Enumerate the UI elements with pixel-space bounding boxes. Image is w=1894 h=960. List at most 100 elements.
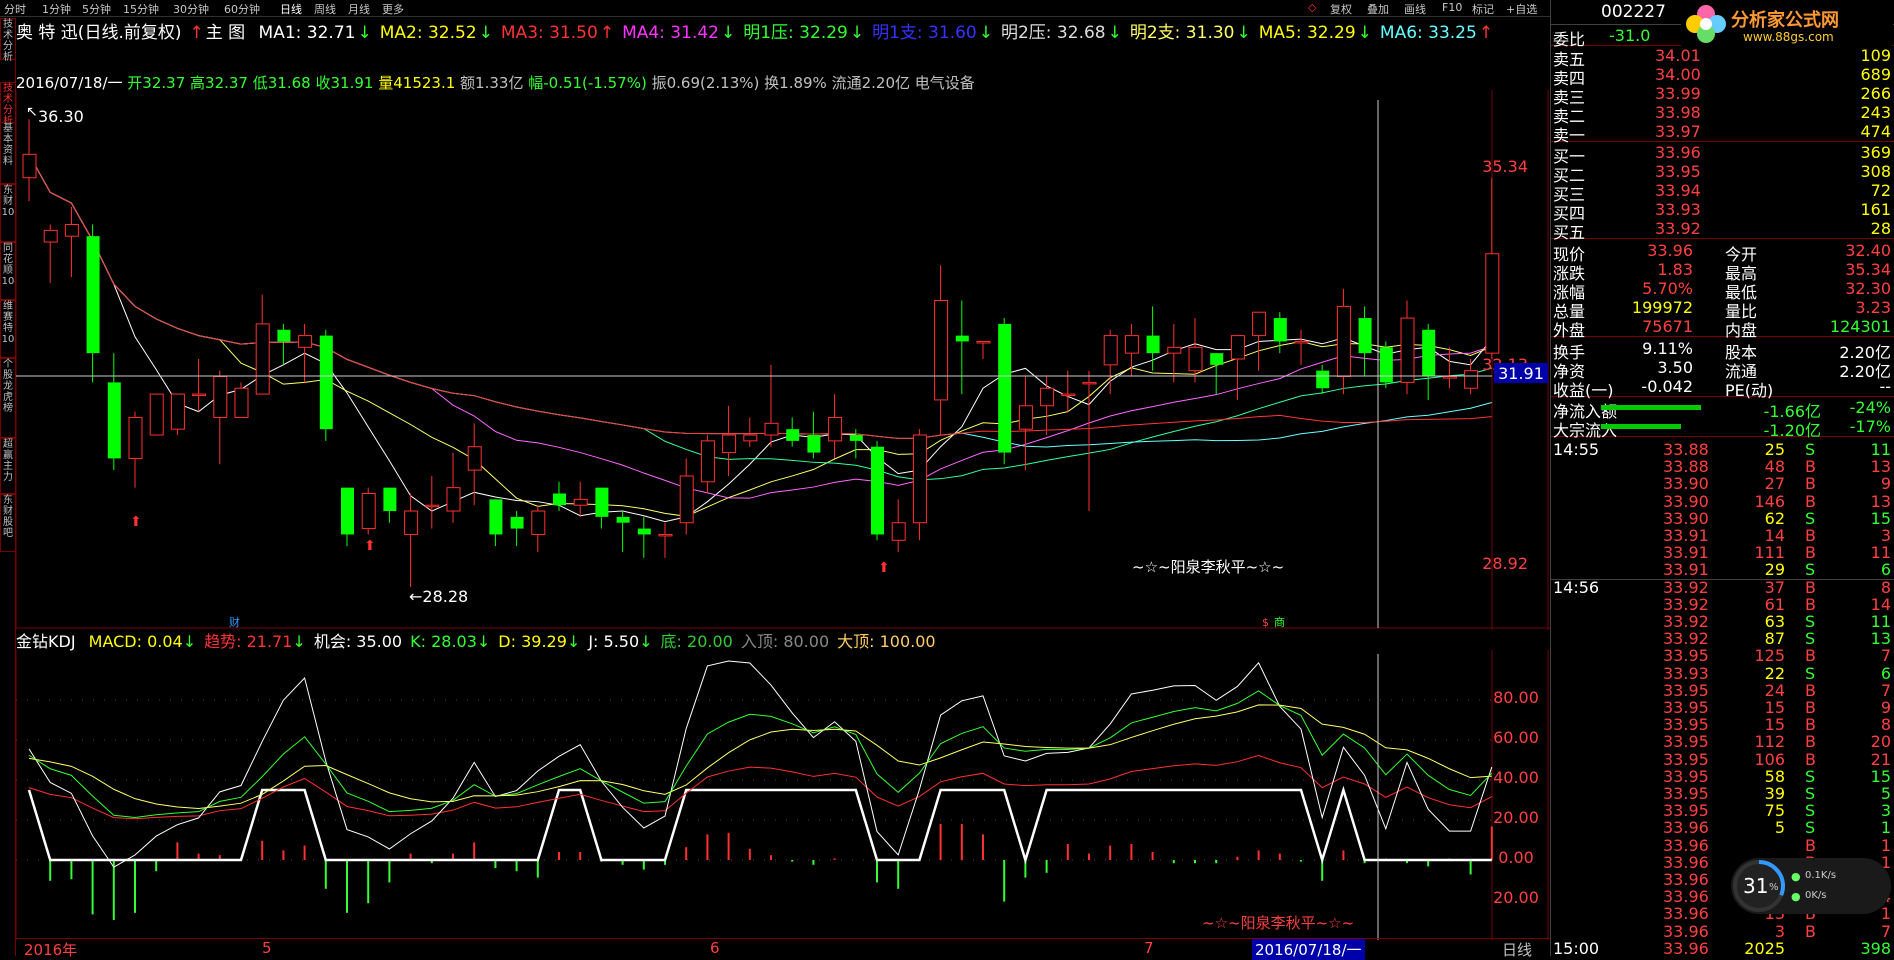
candle-body — [383, 487, 397, 512]
bid-price: 33.94 — [1655, 181, 1701, 200]
ma-arrow-icon: ↑ — [599, 23, 615, 43]
tick-count: 3 — [1880, 801, 1891, 821]
money-marker: $ — [1262, 616, 1269, 629]
collapse-icon[interactable]: ◇ — [1308, 1, 1316, 14]
period-month[interactable]: 月线 — [348, 1, 370, 17]
tick-price: 33.92 — [1663, 594, 1709, 614]
chart-label: 主 图 — [205, 23, 246, 43]
flow-row: 大宗流入 -1.20亿 -17% — [1551, 417, 1894, 440]
sub-watermark: ~☆~阳泉李秋平~☆~ — [1202, 914, 1354, 932]
period-more[interactable]: 更多 — [382, 1, 404, 17]
tick-time: 14:56 — [1553, 577, 1600, 597]
tick-row: 33.95 15 B 9 — [1551, 698, 1894, 717]
draw-line-button[interactable]: 画线 — [1404, 1, 1426, 17]
x-period-label[interactable]: 日线 — [1502, 939, 1532, 960]
tick-count: 21 — [1870, 749, 1891, 769]
x-label-may: 5 — [262, 939, 272, 957]
mark-button[interactable]: 标记 — [1472, 1, 1494, 17]
tick-price: 33.96 — [1663, 938, 1709, 958]
add-favorite-button[interactable]: +自选 — [1506, 1, 1537, 17]
tick-vol: 125 — [1754, 646, 1785, 666]
side-tab-weisaite[interactable]: 维赛特10 — [0, 300, 16, 358]
tick-price: 33.90 — [1663, 491, 1709, 511]
side-tab-tech[interactable]: 技术分析 — [0, 18, 16, 63]
side-tab-basic[interactable]: 基本资料 — [0, 122, 16, 184]
candle-body — [446, 487, 461, 512]
x-axis: 2016年 5 6 7 2016/07/18/一 日线 — [16, 938, 1550, 960]
bid-row: 买三 33.94 72 — [1551, 181, 1894, 204]
tick-side: S — [1805, 612, 1816, 631]
f10-button[interactable]: F10 — [1442, 1, 1462, 14]
candle-body — [22, 153, 37, 179]
tick-price: 33.96 — [1663, 870, 1709, 889]
side-tab-label: 东财10 — [1, 185, 15, 218]
indicator-item: 趋势: 21.71 — [204, 632, 293, 651]
logo-text: 分析家公式网 — [1731, 10, 1839, 31]
candle-body — [553, 493, 566, 506]
flow-bar — [1601, 405, 1701, 410]
period-15min[interactable]: 15分钟 — [123, 1, 159, 17]
bid-row: 买四 33.93 161 — [1551, 200, 1894, 223]
candlestick-chart[interactable]: 36.30 ↖ ←28.28 35.34 32.13 28.92 31.91 ~… — [16, 90, 1550, 630]
quote-panel: 002227 委比 -31.0 卖五 34.01 109 卖四 34.00 689 卖三 33… — [1550, 0, 1894, 958]
bid-price: 33.95 — [1655, 162, 1701, 181]
side-tab-label: 超赢主力 — [3, 439, 13, 483]
stat-row: 涨跌 1.83 最高 35.34 — [1551, 260, 1894, 283]
period-day[interactable]: 日线 — [280, 1, 302, 17]
period-5min[interactable]: 5分钟 — [82, 1, 111, 17]
ma-arrow-icon: ↑ — [1478, 23, 1494, 43]
period-fenshi[interactable]: 分时 — [4, 1, 26, 17]
tick-count: 8 — [1880, 715, 1891, 735]
bid-price: 33.93 — [1655, 200, 1701, 219]
side-tab-dongcai[interactable]: 东财10 — [0, 184, 16, 242]
candle-body — [404, 510, 419, 535]
side-tab-guba[interactable]: 东财股吧 — [0, 494, 16, 552]
stat-value: 5.70% — [1642, 279, 1693, 298]
tick-price: 33.95 — [1663, 766, 1709, 786]
fuquan-button[interactable]: 复权 — [1330, 1, 1352, 17]
logo[interactable]: 分析家公式网 www.88gs.com — [1681, 2, 1893, 46]
stat-value: 199972 — [1631, 298, 1693, 317]
ma-line — [28, 154, 1492, 481]
side-tab-label: 技术分析 — [3, 83, 13, 127]
period-1min[interactable]: 1分钟 — [42, 1, 71, 17]
pin-icon[interactable]: ↑ — [189, 23, 203, 43]
candle-body — [573, 498, 588, 506]
candle-body — [1018, 405, 1033, 430]
tick-vol: 146 — [1754, 491, 1785, 511]
candle-body — [361, 493, 376, 530]
tick-price: 33.95 — [1663, 646, 1709, 666]
tick-vol: 48 — [1764, 457, 1785, 477]
tick-count: 13 — [1870, 491, 1891, 511]
network-meter[interactable]: 31 % ● 0.1K/s ● 0K/s — [1731, 858, 1891, 914]
tick-side: S — [1805, 560, 1816, 580]
stat-value: 33.96 — [1647, 241, 1693, 260]
tick-vol: 61 — [1764, 594, 1785, 614]
tick-count: 7 — [1880, 646, 1891, 666]
ask-vol: 266 — [1860, 84, 1891, 103]
tick-count: 7 — [1880, 680, 1891, 700]
side-tab-dragon-tiger[interactable]: 个股龙虎榜 — [0, 358, 16, 438]
tick-row: 33.90 146 B 13 — [1551, 492, 1894, 511]
period-week[interactable]: 周线 — [314, 1, 336, 17]
period-60min[interactable]: 60分钟 — [224, 1, 260, 17]
stat-value: -- — [1879, 377, 1891, 396]
buy-arrow-icon: ⬆ — [130, 514, 142, 530]
tick-row: 33.96 5 S 1 — [1551, 818, 1894, 837]
tick-price: 33.92 — [1663, 629, 1709, 649]
stat-row: 涨幅 5.70% 最低 32.30 — [1551, 279, 1894, 302]
side-tab-super-main[interactable]: 超赢主力 — [0, 438, 16, 494]
tick-vol: 112 — [1754, 732, 1785, 752]
candle-body — [341, 487, 354, 535]
cai-marker: 财 — [229, 615, 240, 629]
period-30min[interactable]: 30分钟 — [173, 1, 209, 17]
flower-logo-icon — [1686, 5, 1726, 43]
side-tab-tonghuashun[interactable]: 同花顺10 — [0, 242, 16, 300]
tick-price: 33.95 — [1663, 715, 1709, 735]
tick-count: 13 — [1870, 629, 1891, 649]
tick-count: 3 — [1880, 526, 1891, 545]
indicator-name[interactable]: 金钻KDJ — [16, 632, 76, 651]
tick-vol: 15 — [1764, 698, 1785, 717]
overlay-button[interactable]: 叠加 — [1367, 1, 1389, 17]
kdj-chart[interactable]: 80.00 60.00 40.00 20.00 0.00 20.00 ~☆~阳泉… — [16, 650, 1550, 940]
